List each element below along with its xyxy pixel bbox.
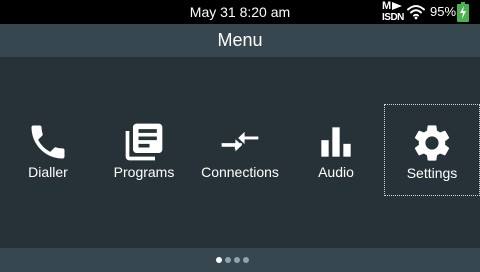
menu-item-programs[interactable]: Programs [96, 104, 192, 196]
network-arrow-icon [392, 2, 402, 10]
menu-item-label: Programs [113, 164, 175, 180]
header-bar: Menu [0, 24, 480, 57]
wifi-icon [407, 5, 425, 20]
menu-grid: Dialler Programs Connections Audio Setti… [0, 104, 480, 196]
battery-charging-icon [457, 2, 469, 22]
page-title: Menu [217, 30, 263, 50]
page-indicator [216, 257, 264, 263]
audio-bars-icon [321, 127, 351, 157]
page-dot-active[interactable] [216, 257, 222, 263]
network-badge-top: M [382, 0, 392, 12]
battery-percent: 95% [430, 4, 457, 19]
gear-icon [414, 125, 450, 161]
menu-item-audio[interactable]: Audio [288, 104, 384, 196]
menu-item-dialler[interactable]: Dialler [0, 104, 96, 196]
menu-item-label: Settings [406, 165, 458, 181]
footer-bar [0, 248, 480, 272]
connections-arrows-icon [221, 131, 259, 152]
status-bar: May 31 8:20 am M ISDN 95% [0, 0, 480, 24]
menu-item-label: Audio [318, 164, 354, 180]
menu-item-label: Dialler [28, 164, 68, 180]
network-badge: M ISDN [382, 0, 408, 24]
network-badge-bottom: ISDN [382, 12, 404, 23]
menu-item-label: Connections [201, 164, 279, 180]
programs-list-icon [125, 123, 163, 161]
phone-icon [31, 125, 65, 159]
page-dot[interactable] [234, 257, 240, 263]
page-dot[interactable] [243, 257, 249, 263]
menu-item-connections[interactable]: Connections [192, 104, 288, 196]
page-dot[interactable] [225, 257, 231, 263]
menu-item-settings[interactable]: Settings [384, 104, 480, 196]
